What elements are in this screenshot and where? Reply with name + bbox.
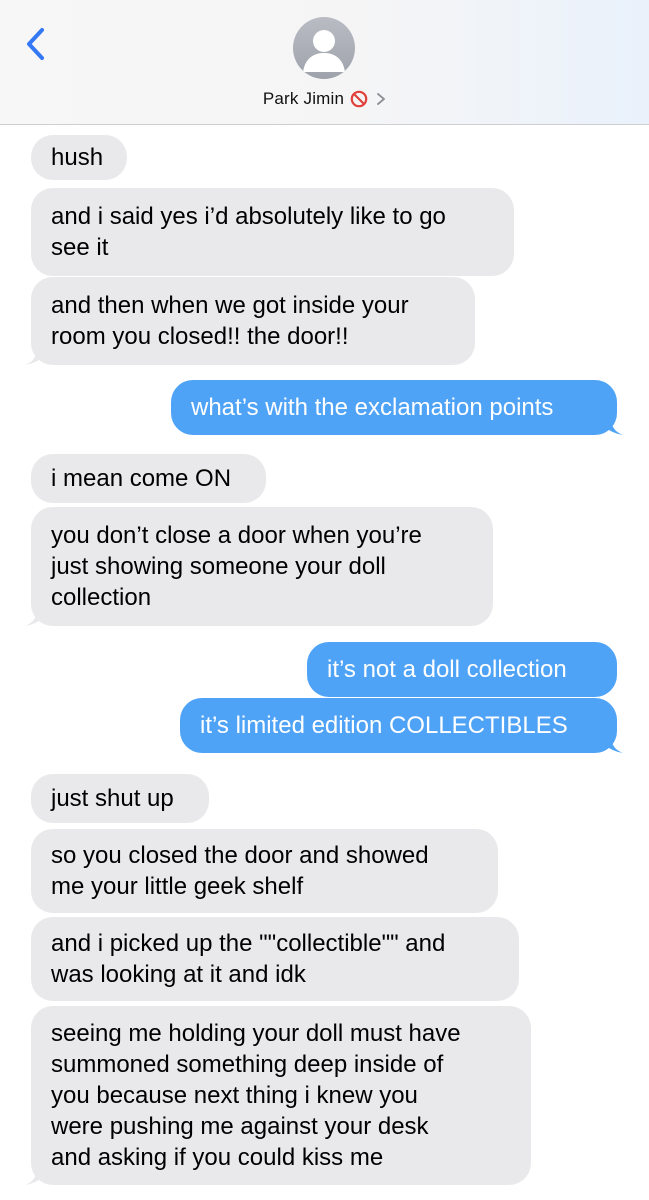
incoming-message[interactable]: and i said yes i’d absolutely like to go…: [31, 188, 514, 276]
contact-avatar[interactable]: [293, 17, 355, 79]
message-line: seeing me holding your doll must have: [51, 1020, 461, 1047]
message-line: see it: [51, 234, 109, 261]
message-line: you because next thing i knew you: [51, 1082, 418, 1109]
incoming-message[interactable]: so you closed the door and showed me you…: [31, 829, 498, 913]
bubble-tail: [601, 733, 623, 753]
incoming-message[interactable]: seeing me holding your doll must have su…: [25, 1006, 531, 1185]
message-line: room you closed!! the door!!: [51, 323, 349, 350]
message-line: summoned something deep inside of: [51, 1051, 444, 1078]
message-line: it’s not a doll collection: [327, 656, 567, 683]
bubble-tail: [601, 415, 623, 435]
outgoing-message[interactable]: it’s not a doll collection: [307, 642, 617, 697]
message-line: collection: [51, 584, 152, 611]
message-line: it’s limited edition COLLECTIBLES: [200, 712, 568, 739]
message-line: were pushing me against your desk: [51, 1113, 429, 1140]
message-line: just shut up: [51, 785, 174, 812]
incoming-message[interactable]: i mean come ON: [31, 454, 266, 503]
incoming-message[interactable]: just shut up: [31, 774, 209, 823]
message-line: what’s with the exclamation points: [191, 394, 554, 421]
outgoing-message[interactable]: it’s limited edition COLLECTIBLES: [180, 698, 623, 753]
message-line: i mean come ON: [51, 465, 232, 492]
message-line: so you closed the door and showed: [51, 842, 429, 869]
message-line: and asking if you could kiss me: [51, 1144, 384, 1171]
contact-name: Park Jimin: [262, 89, 345, 108]
message-line: and then when we got inside your: [51, 292, 409, 319]
bubble-tail: [25, 1165, 47, 1185]
incoming-message[interactable]: and i picked up the ""collectible"" and …: [31, 917, 519, 1001]
chevron-left-icon[interactable]: [22, 24, 52, 64]
no-entry-icon: [350, 90, 368, 108]
message-line: and i said yes i’d absolutely like to go: [51, 203, 446, 230]
contact-info-row[interactable]: Park Jimin: [0, 86, 649, 112]
message-line: just showing someone your doll: [51, 553, 386, 580]
incoming-message[interactable]: and then when we got inside your room yo…: [25, 277, 475, 365]
bubble-tail: [25, 606, 47, 626]
person-silhouette-icon: [303, 30, 345, 72]
message-line: was looking at it and idk: [51, 961, 306, 988]
message-line: and i picked up the ""collectible"" and: [51, 930, 446, 957]
message-line: me your little geek shelf: [51, 873, 304, 900]
conversation-header: Park Jimin: [0, 0, 649, 125]
incoming-message[interactable]: you don’t close a door when you’re just …: [25, 507, 493, 626]
message-line: hush: [51, 144, 104, 171]
bubble-tail: [25, 345, 47, 365]
outgoing-message[interactable]: what’s with the exclamation points: [171, 380, 623, 435]
chevron-right-icon: [377, 93, 386, 105]
incoming-message[interactable]: hush: [31, 135, 127, 180]
message-line: you don’t close a door when you’re: [51, 522, 422, 549]
